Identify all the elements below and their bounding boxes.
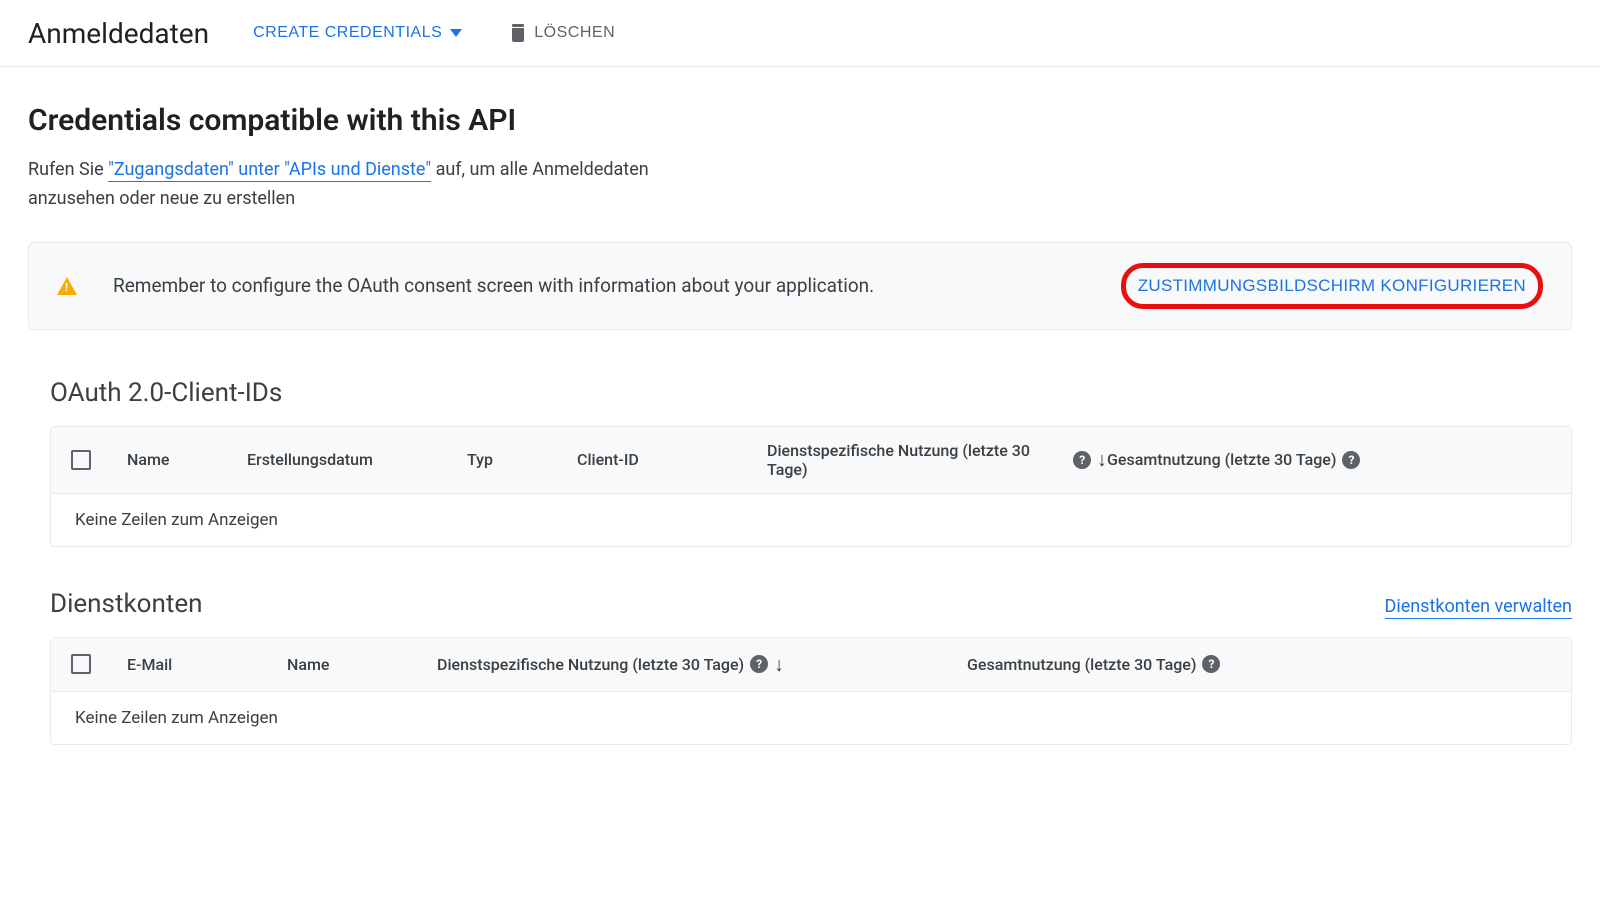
banner-text: Remember to configure the OAuth consent … — [113, 274, 874, 297]
oauth-table-header: Name Erstellungsdatum Typ Client-ID Dien… — [51, 427, 1571, 494]
create-credentials-label: CREATE CREDENTIALS — [253, 24, 442, 42]
service-accounts-table-header: E-Mail Name Dienstspezifische Nutzung (l… — [51, 638, 1571, 692]
toolbar: Anmeldedaten CREATE CREDENTIALS LÖSCHEN — [0, 0, 1600, 67]
section-description: Rufen Sie "Zugangsdaten" unter "APIs und… — [28, 156, 708, 214]
service-accounts-empty-row: Keine Zeilen zum Anzeigen — [51, 692, 1571, 744]
help-icon[interactable]: ? — [1073, 451, 1091, 469]
oauth-section-title: OAuth 2.0-Client-IDs — [50, 378, 282, 408]
oauth-table: Name Erstellungsdatum Typ Client-ID Dien… — [50, 426, 1572, 547]
consent-banner: Remember to configure the OAuth consent … — [28, 242, 1572, 330]
help-icon[interactable]: ? — [1342, 451, 1360, 469]
column-client-id[interactable]: Client-ID — [577, 450, 767, 469]
column-total-usage[interactable]: Gesamtnutzung (letzte 30 Tage) ? — [967, 655, 1551, 674]
delete-button[interactable]: LÖSCHEN — [506, 16, 619, 50]
select-all-checkbox[interactable] — [71, 654, 91, 674]
column-total-usage[interactable]: Gesamtnutzung (letzte 30 Tage) ? — [1107, 450, 1551, 469]
chevron-down-icon — [450, 29, 462, 37]
select-all-checkbox[interactable] — [71, 450, 91, 470]
delete-label: LÖSCHEN — [534, 24, 615, 42]
banner-left: Remember to configure the OAuth consent … — [57, 274, 874, 297]
sort-descending-icon: ↓ — [774, 652, 784, 677]
service-accounts-title: Dienstkonten — [50, 589, 202, 619]
column-name[interactable]: Name — [127, 450, 247, 469]
column-service-usage[interactable]: Dienstspezifische Nutzung (letzte 30 Tag… — [437, 652, 967, 677]
service-accounts-section: Dienstkonten Dienstkonten verwalten E-Ma… — [28, 589, 1572, 745]
oauth-section: OAuth 2.0-Client-IDs Name Erstellungsdat… — [28, 378, 1572, 547]
warning-icon — [57, 277, 77, 295]
manage-service-accounts-link[interactable]: Dienstkonten verwalten — [1385, 596, 1573, 619]
page-title: Anmeldedaten — [28, 17, 209, 50]
service-accounts-table: E-Mail Name Dienstspezifische Nutzung (l… — [50, 637, 1572, 745]
content: Credentials compatible with this API Ruf… — [0, 67, 1600, 823]
oauth-empty-row: Keine Zeilen zum Anzeigen — [51, 494, 1571, 546]
credentials-link[interactable]: "Zugangsdaten" unter "APIs und Dienste" — [108, 159, 431, 182]
help-icon[interactable]: ? — [1202, 655, 1220, 673]
help-icon[interactable]: ? — [750, 655, 768, 673]
sort-descending-icon: ↓ — [1097, 447, 1107, 472]
column-service-usage[interactable]: Dienstspezifische Nutzung (letzte 30 Tag… — [767, 441, 1107, 479]
trash-icon — [510, 24, 526, 42]
configure-consent-button[interactable]: ZUSTIMMUNGSBILDSCHIRM KONFIGURIEREN — [1138, 276, 1526, 296]
create-credentials-button[interactable]: CREATE CREDENTIALS — [249, 16, 466, 50]
section-heading: Credentials compatible with this API — [28, 103, 1572, 138]
column-created[interactable]: Erstellungsdatum — [247, 450, 467, 469]
highlighted-callout: ZUSTIMMUNGSBILDSCHIRM KONFIGURIEREN — [1121, 263, 1543, 309]
column-email[interactable]: E-Mail — [127, 655, 287, 674]
column-name[interactable]: Name — [287, 655, 437, 674]
column-type[interactable]: Typ — [467, 450, 577, 469]
